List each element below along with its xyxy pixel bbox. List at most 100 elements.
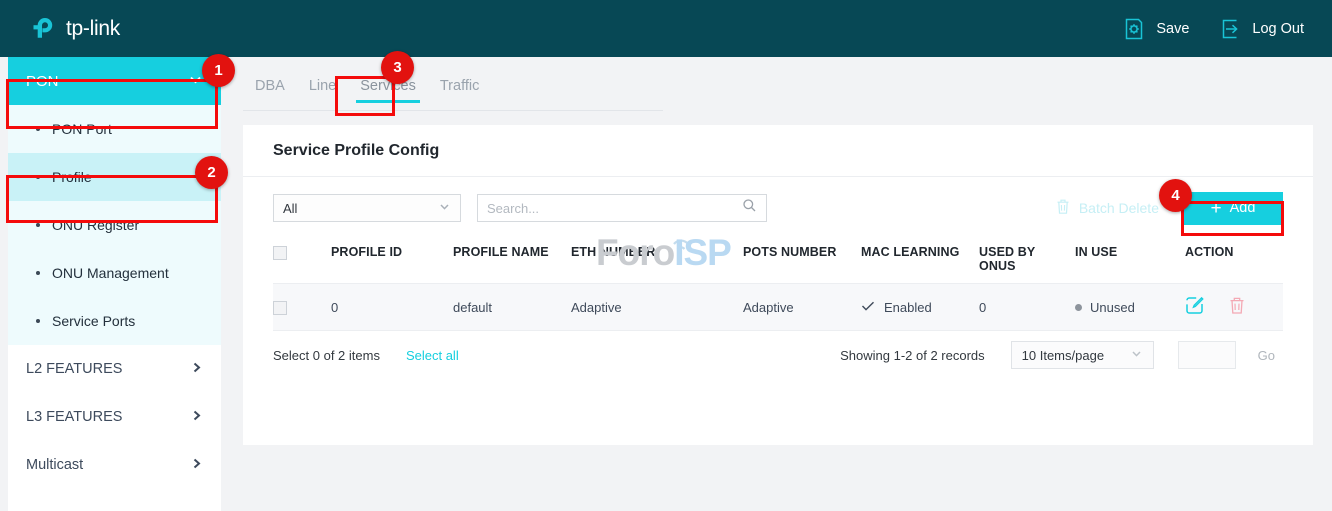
brand-name: tp-link [66, 17, 120, 41]
batch-delete-label: Batch Delete [1079, 200, 1159, 216]
header-in-use: IN USE [1075, 239, 1185, 284]
row-select-cell [273, 284, 331, 331]
header-action: ACTION [1185, 239, 1283, 284]
page-size-select[interactable]: 10 Items/page [1011, 341, 1154, 369]
select-all-checkbox[interactable] [273, 246, 287, 260]
page-number-input[interactable] [1179, 342, 1235, 368]
profiles-table: PROFILE ID PROFILE NAME ETH NUMBER POTS … [273, 239, 1283, 331]
plus-icon: + [1211, 199, 1222, 218]
sidebar-item-label: PON Port [52, 121, 112, 137]
tab-services[interactable]: Services [348, 78, 428, 103]
sidebar-item-label: Service Ports [52, 313, 135, 329]
cell-in-use: Unused [1075, 284, 1185, 331]
add-button[interactable]: + Add [1183, 192, 1283, 225]
table-footer: Select 0 of 2 items Select all Showing 1… [243, 331, 1313, 379]
top-bar: tp-link [0, 0, 1332, 57]
topbar-actions: Save Log Out [1093, 16, 1304, 42]
bullet-icon [36, 271, 40, 275]
logout-arrow-icon [1217, 16, 1243, 42]
status-dot-icon [1075, 304, 1082, 311]
header-pots-number: POTS NUMBER [743, 239, 861, 284]
sidebar-group-label: L3 FEATURES [26, 409, 122, 425]
search-box[interactable] [477, 194, 767, 222]
brand-logo[interactable]: tp-link [32, 15, 120, 42]
bullet-icon [36, 223, 40, 227]
edit-pencil-icon[interactable] [1185, 296, 1204, 318]
header-profile-id: PROFILE ID [331, 239, 453, 284]
sidebar-group-l3-features[interactable]: L3 FEATURES [8, 393, 221, 441]
sidebar-group-label: Multicast [26, 457, 83, 473]
mac-learning-value: Enabled [884, 300, 932, 315]
sidebar-group-pon-label: PON [26, 73, 59, 90]
chevron-right-icon [190, 361, 203, 378]
chevron-down-icon [1130, 347, 1143, 363]
annotation-badge-4: 4 [1159, 179, 1192, 212]
bullet-icon [36, 319, 40, 323]
cell-eth-number: Adaptive [571, 284, 743, 331]
select-all-link[interactable]: Select all [406, 348, 459, 363]
selection-count: Select 0 of 2 items [273, 348, 380, 363]
add-button-label: Add [1230, 200, 1256, 216]
cell-profile-name: default [453, 284, 571, 331]
annotation-badge-1: 1 [202, 54, 235, 87]
chevron-right-icon [190, 409, 203, 426]
table-header-row: PROFILE ID PROFILE NAME ETH NUMBER POTS … [273, 239, 1283, 284]
page-number-input-wrap[interactable] [1178, 341, 1236, 369]
header-eth-number: ETH NUMBER [571, 239, 743, 284]
table-toolbar: All [243, 177, 1313, 239]
chevron-down-icon [438, 200, 451, 216]
filter-select[interactable]: All [273, 194, 461, 222]
tab-line[interactable]: Line [297, 78, 348, 103]
cell-profile-id: 0 [331, 284, 453, 331]
sidebar-group-l2-features[interactable]: L2 FEATURES [8, 345, 221, 393]
tab-bar: DBA Line Services Traffic [243, 78, 663, 110]
tab-dba[interactable]: DBA [243, 78, 297, 103]
check-icon [861, 300, 875, 315]
trash-icon [1055, 198, 1071, 218]
status-badge: Unused [1090, 300, 1135, 315]
sidebar-item-onu-register[interactable]: ONU Register [8, 201, 221, 249]
filter-select-value: All [283, 201, 297, 216]
go-button[interactable]: Go [1250, 343, 1283, 368]
sidebar-item-pon-port[interactable]: PON Port [8, 105, 221, 153]
tplink-logo-icon [32, 15, 59, 42]
cell-used-by-onus: 0 [979, 284, 1075, 331]
header-used-by-onus: USED BY ONUS [979, 239, 1075, 284]
pagination: Showing 1-2 of 2 records 10 Items/page G… [840, 341, 1283, 369]
search-icon[interactable] [742, 198, 757, 218]
records-count: Showing 1-2 of 2 records [840, 348, 985, 363]
content-panel: Service Profile Config All [243, 125, 1313, 445]
app-root: tp-link [0, 0, 1332, 511]
save-button[interactable]: Save [1121, 16, 1189, 42]
header-mac-learning: MAC LEARNING [861, 239, 979, 284]
sidebar-item-profile[interactable]: Profile [8, 153, 221, 201]
sidebar-item-service-ports[interactable]: Service Ports [8, 297, 221, 345]
sidebar-group-multicast[interactable]: Multicast [8, 441, 221, 489]
cell-pots-number: Adaptive [743, 284, 861, 331]
sidebar-item-onu-management[interactable]: ONU Management [8, 249, 221, 297]
search-input[interactable] [487, 201, 742, 216]
annotation-badge-3: 3 [381, 51, 414, 84]
header-profile-name: PROFILE NAME [453, 239, 571, 284]
sidebar-item-label: Profile [52, 169, 92, 185]
sidebar: PON PON Port Profile ONU Register [8, 57, 221, 511]
page-size-value: 10 Items/page [1022, 348, 1104, 363]
sidebar-group-label: L2 FEATURES [26, 361, 122, 377]
sidebar-submenu: PON Port Profile ONU Register ONU Manage… [8, 105, 221, 345]
bullet-icon [36, 127, 40, 131]
tabs-rule [243, 110, 663, 111]
logout-button[interactable]: Log Out [1217, 16, 1304, 42]
table-row[interactable]: 0 default Adaptive Adaptive Enabled [273, 284, 1283, 331]
delete-trash-icon[interactable] [1228, 296, 1246, 318]
row-checkbox[interactable] [273, 301, 287, 315]
chevron-down-icon [188, 72, 203, 91]
sidebar-group-pon[interactable]: PON [8, 57, 221, 105]
select-all-header [273, 239, 331, 284]
logout-label: Log Out [1252, 21, 1304, 37]
save-gear-icon [1121, 16, 1147, 42]
chevron-right-icon [190, 457, 203, 474]
sidebar-item-label: ONU Management [52, 265, 169, 281]
batch-delete-button[interactable]: Batch Delete [1055, 198, 1159, 218]
tab-traffic[interactable]: Traffic [428, 78, 491, 103]
save-label: Save [1156, 21, 1189, 37]
